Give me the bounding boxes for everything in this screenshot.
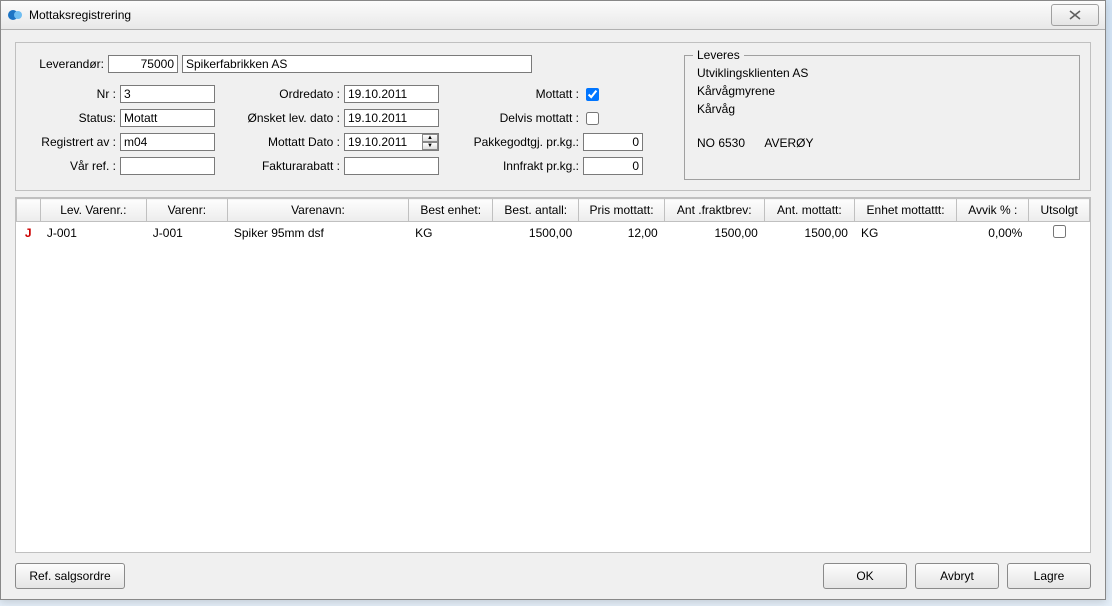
cancel-button[interactable]: Avbryt xyxy=(915,563,999,589)
cell-enhet-mottatt[interactable]: KG xyxy=(854,222,956,245)
save-button[interactable]: Lagre xyxy=(1007,563,1091,589)
registered-by-label: Registrert av : xyxy=(26,135,116,149)
nr-label: Nr : xyxy=(26,87,116,101)
our-ref-label: Vår ref. : xyxy=(26,159,116,173)
window-title: Mottaksregistrering xyxy=(29,8,131,22)
cell-ant-fraktbrev[interactable]: 1500,00 xyxy=(664,222,764,245)
delivery-line-1: Utviklingsklienten AS xyxy=(697,64,1067,82)
cell-best-antall[interactable]: 1500,00 xyxy=(493,222,579,245)
col-enhet-mottatt[interactable]: Enhet mottattt: xyxy=(854,199,956,222)
freight-per-kg-label: Innfrakt pr.kg.: xyxy=(449,159,579,173)
received-date-input[interactable] xyxy=(344,133,439,151)
col-best-enhet[interactable]: Best enhet: xyxy=(409,199,493,222)
col-ant-mottatt[interactable]: Ant. mottatt: xyxy=(764,199,854,222)
table-row[interactable]: JJ-001J-001Spiker 95mm dsfKG1500,0012,00… xyxy=(17,222,1090,245)
partial-label: Delvis mottatt : xyxy=(449,111,579,125)
delivery-line-3: Kårvåg xyxy=(697,100,1067,118)
delivery-postal: NO 6530 xyxy=(697,136,745,150)
invoice-discount-input[interactable] xyxy=(344,157,439,175)
supplier-code-input[interactable] xyxy=(108,55,178,73)
app-icon xyxy=(7,7,23,23)
supplier-name-input[interactable] xyxy=(182,55,532,73)
header-panel: Leverandør: Nr : Status: xyxy=(15,42,1091,191)
col-marker[interactable] xyxy=(17,199,41,222)
registered-by-input[interactable] xyxy=(120,133,215,151)
cell-varenr[interactable]: J-001 xyxy=(146,222,227,245)
cell-utsolgt[interactable] xyxy=(1029,222,1090,245)
delivery-line-2: Kårvågmyrene xyxy=(697,82,1067,100)
order-date-label: Ordredato : xyxy=(225,87,340,101)
col-varenavn[interactable]: Varenavn: xyxy=(227,199,408,222)
cell-avvik[interactable]: 0,00% xyxy=(957,222,1029,245)
titlebar: Mottaksregistrering xyxy=(1,1,1105,30)
package-per-kg-label: Pakkegodtgj. pr.kg.: xyxy=(449,135,579,149)
our-ref-input[interactable] xyxy=(120,157,215,175)
utsolgt-checkbox[interactable] xyxy=(1053,225,1066,238)
wanted-date-input[interactable] xyxy=(344,109,439,127)
col-pris-mottatt[interactable]: Pris mottatt: xyxy=(579,199,664,222)
delivery-fieldset: Leveres Utviklingsklienten AS Kårvågmyre… xyxy=(684,55,1080,180)
nr-input[interactable] xyxy=(120,85,215,103)
received-checkbox[interactable] xyxy=(586,88,599,101)
col-ant-fraktbrev[interactable]: Ant .fraktbrev: xyxy=(664,199,764,222)
col-best-antall[interactable]: Best. antall: xyxy=(493,199,579,222)
supplier-label: Leverandør: xyxy=(26,57,104,71)
status-input[interactable] xyxy=(120,109,215,127)
ref-salgsordre-button[interactable]: Ref. salgsordre xyxy=(15,563,125,589)
delivery-city: AVERØY xyxy=(764,136,813,150)
cell-ant-mottatt[interactable]: 1500,00 xyxy=(764,222,854,245)
cell-best-enhet[interactable]: KG xyxy=(409,222,493,245)
col-varenr[interactable]: Varenr: xyxy=(146,199,227,222)
cell-lev-varenr[interactable]: J-001 xyxy=(40,222,146,245)
delivery-legend: Leveres xyxy=(693,48,744,62)
row-marker: J xyxy=(17,222,41,245)
col-utsolgt[interactable]: Utsolgt xyxy=(1029,199,1090,222)
col-avvik[interactable]: Avvik % : xyxy=(957,199,1029,222)
col-lev-varenr[interactable]: Lev. Varenr.: xyxy=(40,199,146,222)
close-button[interactable] xyxy=(1051,4,1099,26)
received-label: Mottatt : xyxy=(449,87,579,101)
order-date-input[interactable] xyxy=(344,85,439,103)
freight-per-kg-input[interactable] xyxy=(583,157,643,175)
partial-checkbox[interactable] xyxy=(586,112,599,125)
invoice-discount-label: Fakturarabatt : xyxy=(225,159,340,173)
ok-button[interactable]: OK xyxy=(823,563,907,589)
received-date-label: Mottatt Dato : xyxy=(225,135,340,149)
wanted-date-label: Ønsket lev. dato : xyxy=(225,111,340,125)
package-per-kg-input[interactable] xyxy=(583,133,643,151)
cell-varenavn[interactable]: Spiker 95mm dsf xyxy=(227,222,408,245)
lines-grid[interactable]: Lev. Varenr.: Varenr: Varenavn: Best enh… xyxy=(15,197,1091,553)
status-label: Status: xyxy=(26,111,116,125)
main-window: Mottaksregistrering Leverandør: xyxy=(0,0,1106,600)
cell-pris-mottatt[interactable]: 12,00 xyxy=(579,222,664,245)
